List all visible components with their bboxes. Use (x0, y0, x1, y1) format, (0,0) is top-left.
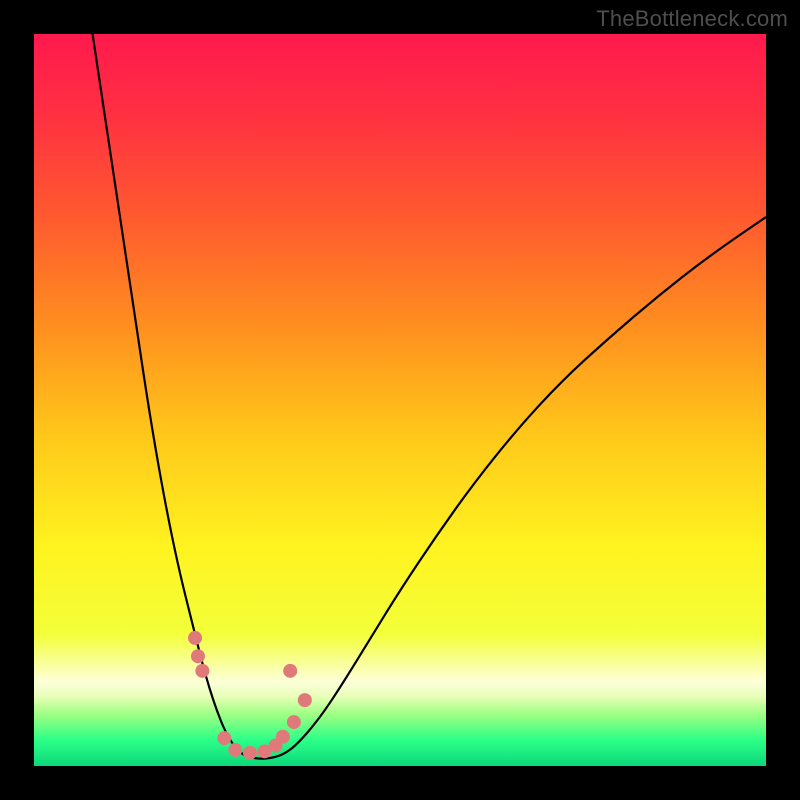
data-point (228, 743, 242, 757)
bottleneck-chart (34, 34, 766, 766)
data-point (276, 730, 290, 744)
data-point (217, 731, 231, 745)
data-point (188, 631, 202, 645)
data-point (195, 664, 209, 678)
chart-frame: TheBottleneck.com (0, 0, 800, 800)
data-point (191, 649, 205, 663)
data-point (243, 746, 257, 760)
data-point (298, 693, 312, 707)
plot-area (34, 34, 766, 766)
gradient-background (34, 34, 766, 766)
data-point (283, 664, 297, 678)
watermark-text: TheBottleneck.com (596, 6, 788, 32)
data-point (287, 715, 301, 729)
